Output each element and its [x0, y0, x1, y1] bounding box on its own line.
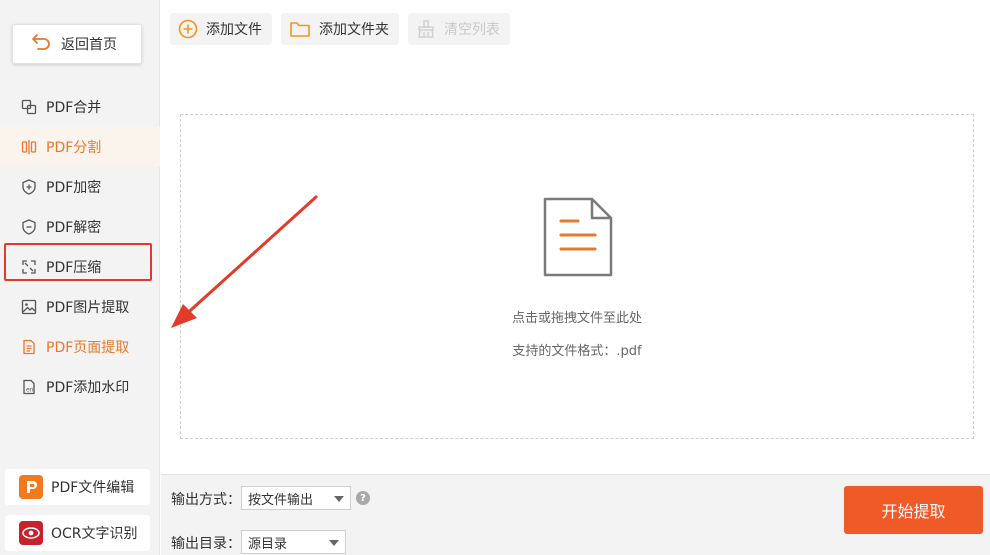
sidebar-item-label: PDF压缩: [46, 260, 102, 276]
output-dir-label: 输出目录：: [171, 536, 241, 552]
sidebar-item-pdf-merge[interactable]: PDF合并: [0, 87, 160, 127]
sidebar-item-label: PDF解密: [46, 220, 102, 236]
ocr-label: OCR文字识别: [51, 526, 138, 542]
sidebar-item-pdf-image-extract[interactable]: PDF图片提取: [0, 287, 160, 327]
plus-circle-icon: [178, 19, 198, 39]
sidebar-item-pdf-encrypt[interactable]: PDF加密: [0, 167, 160, 207]
back-home-button[interactable]: 返回首页: [12, 24, 142, 64]
dropzone-formats: 支持的文件格式：.pdf: [512, 344, 642, 359]
watermark-icon: en: [20, 378, 38, 396]
pdf-editor-label: PDF文件编辑: [51, 480, 135, 496]
ocr-tool[interactable]: OCR文字识别: [5, 515, 150, 551]
help-icon[interactable]: ?: [356, 491, 370, 505]
shield-plus-icon: [20, 178, 38, 196]
file-dropzone[interactable]: 点击或拖拽文件至此处 支持的文件格式：.pdf: [180, 114, 974, 439]
pdf-editor-tool[interactable]: PDF文件编辑: [5, 469, 150, 505]
clear-list-label: 清空列表: [444, 22, 500, 38]
add-folder-label: 添加文件夹: [319, 22, 389, 38]
output-dir-value: 源目录: [248, 536, 288, 552]
clear-list-button[interactable]: 清空列表: [408, 13, 510, 45]
chevron-down-icon: [334, 496, 344, 502]
output-mode-select[interactable]: 按文件输出: [241, 486, 351, 510]
add-file-button[interactable]: 添加文件: [170, 13, 272, 45]
document-icon: [542, 196, 614, 282]
ocr-logo: [19, 521, 43, 545]
compress-icon: [20, 258, 38, 276]
sidebar-item-label: PDF分割: [46, 140, 102, 156]
chevron-down-icon: [329, 540, 339, 546]
output-dir-select[interactable]: 源目录: [241, 530, 346, 554]
add-file-label: 添加文件: [206, 22, 262, 38]
sidebar-item-pdf-decrypt[interactable]: PDF解密: [0, 207, 160, 247]
svg-text:en: en: [26, 387, 34, 394]
sidebar: 返回首页 PDF合并 PDF分割 PDF加密 PDF解密 PDF压缩 PDF图片…: [0, 0, 160, 555]
output-mode-label: 输出方式：: [171, 492, 241, 508]
merge-icon: [20, 98, 38, 116]
back-arrow-icon: [31, 33, 61, 55]
bottom-bar: 输出方式： 按文件输出 ? 输出目录： 源目录 开始提取: [161, 474, 990, 555]
sidebar-item-pdf-split[interactable]: PDF分割: [0, 127, 160, 167]
sidebar-item-label: PDF合并: [46, 100, 102, 116]
image-icon: [20, 298, 38, 316]
sidebar-item-label: PDF加密: [46, 180, 102, 196]
dropzone-hint: 点击或拖拽文件至此处: [511, 311, 642, 326]
broom-icon: [416, 19, 436, 39]
split-icon: [20, 138, 38, 156]
output-mode-value: 按文件输出: [248, 492, 314, 508]
shield-minus-icon: [20, 218, 38, 236]
sidebar-item-label: PDF图片提取: [46, 300, 130, 316]
page-icon: [20, 338, 38, 356]
sidebar-item-pdf-page-extract[interactable]: PDF页面提取: [0, 327, 160, 367]
pdf-editor-logo: [19, 475, 43, 499]
toolbar: 添加文件 添加文件夹 清空列表: [170, 13, 519, 45]
folder-icon: [289, 19, 311, 39]
back-home-label: 返回首页: [61, 37, 117, 53]
sidebar-item-label: PDF添加水印: [46, 380, 130, 396]
sidebar-item-pdf-watermark[interactable]: en PDF添加水印: [0, 367, 160, 407]
sidebar-nav: PDF合并 PDF分割 PDF加密 PDF解密 PDF压缩 PDF图片提取 PD…: [0, 87, 160, 407]
sidebar-item-label: PDF页面提取: [46, 340, 130, 356]
start-extract-button[interactable]: 开始提取: [844, 486, 983, 534]
add-folder-button[interactable]: 添加文件夹: [281, 13, 399, 45]
sidebar-item-pdf-compress[interactable]: PDF压缩: [0, 247, 160, 287]
